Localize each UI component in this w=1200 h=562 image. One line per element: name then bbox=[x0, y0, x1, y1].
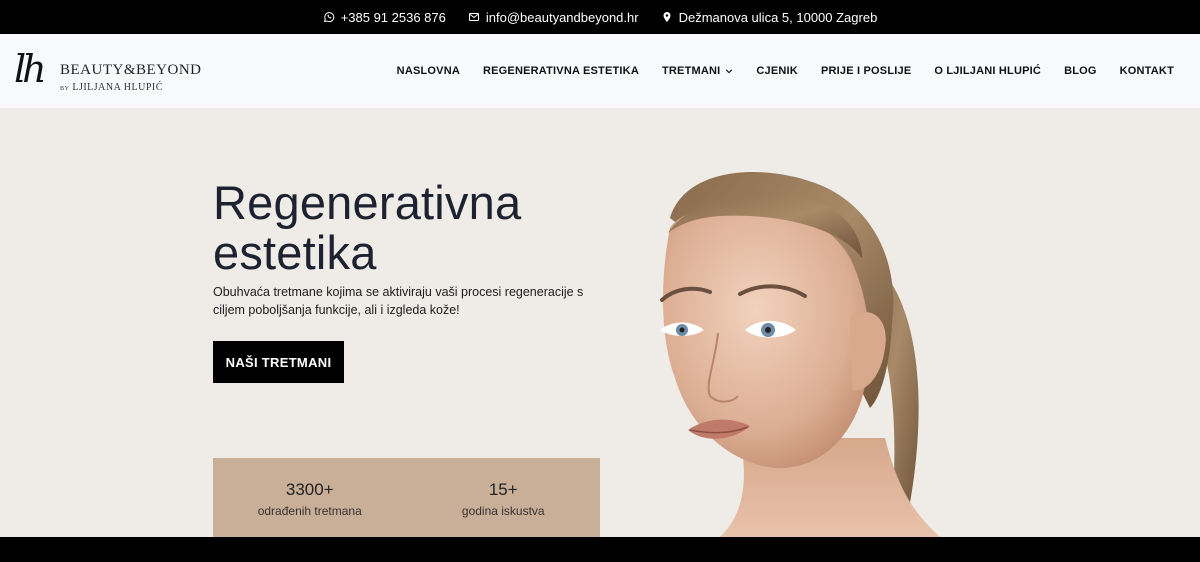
address-info[interactable]: Dežmanova ulica 5, 10000 Zagreb bbox=[661, 9, 878, 25]
logo-monogram: lh bbox=[14, 47, 47, 91]
email-info[interactable]: info@beautyandbeyond.hr bbox=[468, 10, 639, 25]
whatsapp-icon bbox=[323, 12, 334, 23]
nav-label: KONTAKT bbox=[1119, 65, 1174, 77]
hero-title: Regenerativna estetika bbox=[213, 178, 613, 278]
nav-label: REGENERATIVNA ESTETIKA bbox=[483, 65, 639, 77]
nav-label: BLOG bbox=[1064, 65, 1097, 77]
stat-treatments: 3300+ odrađenih tretmana bbox=[213, 458, 407, 537]
stat-experience: 15+ godina iskustva bbox=[407, 458, 601, 537]
hero-title-line1: Regenerativna bbox=[213, 176, 522, 229]
hero-description: Obuhvaća tretmane kojima se aktiviraju v… bbox=[213, 285, 584, 317]
nav-item-naslovna[interactable]: NASLOVNA bbox=[397, 65, 460, 77]
logo-by: BY bbox=[60, 86, 70, 92]
stat-label: godina iskustva bbox=[461, 504, 545, 518]
logo-brand: BEAUTY&BEYOND bbox=[60, 62, 202, 78]
top-info-bar: +385 91 2536 876 info@beautyandbeyond.hr… bbox=[0, 0, 1200, 34]
email-text: info@beautyandbeyond.hr bbox=[485, 9, 639, 25]
stats-box: 3300+ odrađenih tretmana 15+ godina isku… bbox=[213, 458, 600, 537]
nav-label: CJENIK bbox=[756, 65, 798, 77]
woman-portrait-image bbox=[660, 172, 940, 537]
nav-label: NASLOVNA bbox=[396, 65, 460, 77]
stat-value: 3300+ bbox=[285, 480, 334, 499]
nav-item-o-ljiljani-hlupic[interactable]: O LJILJANI HLUPIĆ bbox=[934, 65, 1041, 77]
logo-owner: LJILJANA HLUPIĆ bbox=[72, 82, 163, 93]
nav-label: TRETMANI bbox=[661, 65, 721, 77]
nav-label: O LJILJANI HLUPIĆ bbox=[934, 65, 1042, 77]
logo-subtitle: BY LJILJANA HLUPIĆ bbox=[60, 82, 163, 93]
main-nav: NASLOVNA REGENERATIVNA ESTETIKA TRETMANI… bbox=[397, 34, 1174, 108]
phone-info[interactable]: +385 91 2536 876 bbox=[323, 10, 446, 25]
nav-item-blog[interactable]: BLOG bbox=[1064, 65, 1097, 77]
phone-text: +385 91 2536 876 bbox=[340, 9, 446, 25]
bottom-bar bbox=[0, 537, 1200, 562]
site-header: lh BEAUTY&BEYOND BY LJILJANA HLUPIĆ NASLO… bbox=[0, 34, 1200, 108]
address-text: Dežmanova ulica 5, 10000 Zagreb bbox=[678, 9, 878, 25]
our-treatments-button[interactable]: NAŠI TRETMANI bbox=[213, 341, 344, 383]
nav-item-regenerativna-estetika[interactable]: REGENERATIVNA ESTETIKA bbox=[483, 65, 639, 77]
nav-item-tretmani[interactable]: TRETMANI bbox=[662, 65, 733, 77]
map-pin-icon bbox=[663, 12, 671, 22]
stat-label: odrađenih tretmana bbox=[257, 504, 362, 518]
site-logo[interactable]: lh BEAUTY&BEYOND BY LJILJANA HLUPIĆ bbox=[14, 46, 204, 96]
chevron-down-icon bbox=[726, 69, 733, 74]
envelope-icon bbox=[468, 13, 479, 21]
nav-item-cjenik[interactable]: CJENIK bbox=[756, 65, 798, 77]
hero-title-line2: estetika bbox=[213, 226, 377, 279]
nav-item-prije-i-poslije[interactable]: PRIJE I POSLIJE bbox=[821, 65, 911, 77]
hero-section: Regenerativna estetika Obuhvaća tretmane… bbox=[0, 108, 1200, 537]
nav-item-kontakt[interactable]: KONTAKT bbox=[1120, 65, 1174, 77]
stat-value: 15+ bbox=[488, 480, 518, 499]
nav-label: PRIJE I POSLIJE bbox=[820, 65, 912, 77]
